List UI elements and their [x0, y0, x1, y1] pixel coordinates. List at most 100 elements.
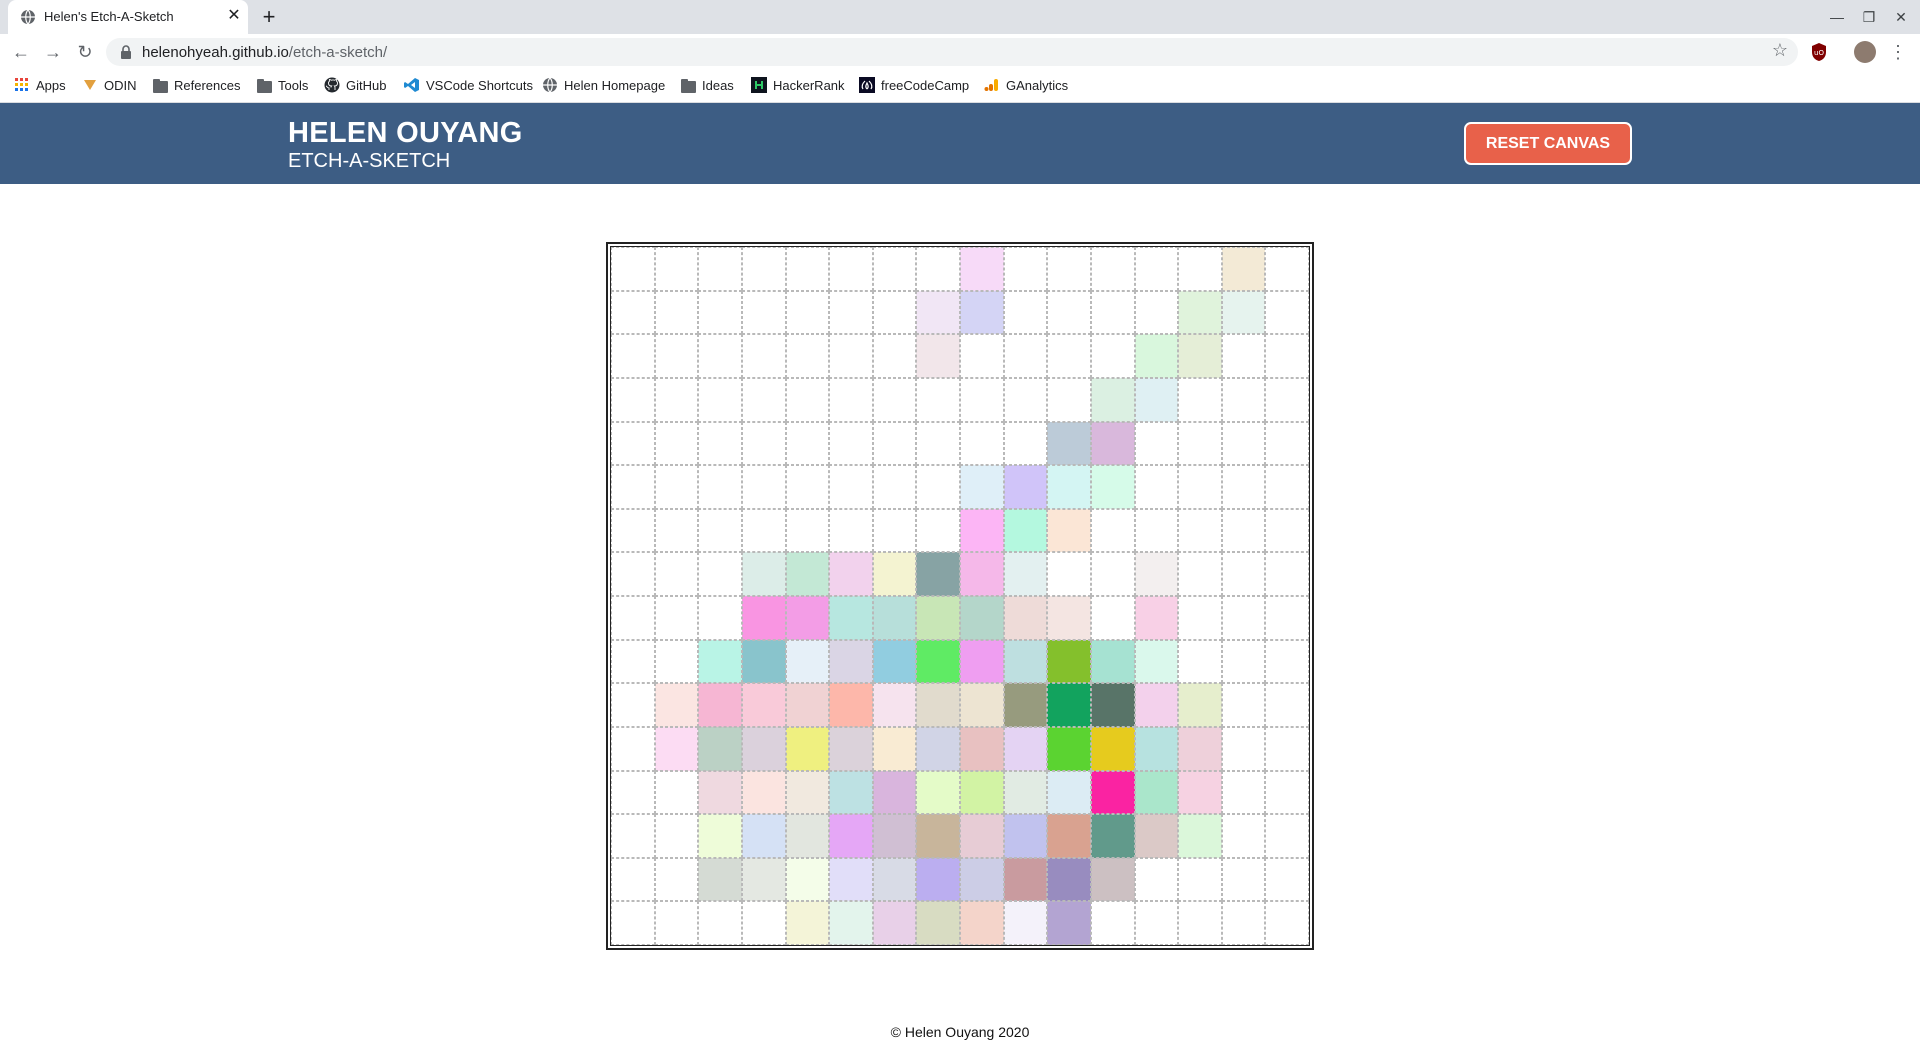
grid-cell[interactable] — [1047, 857, 1091, 902]
grid-cell[interactable] — [1134, 290, 1179, 335]
grid-cell[interactable] — [1221, 334, 1266, 378]
grid-cell[interactable] — [1221, 552, 1266, 596]
grid-cell[interactable] — [741, 247, 786, 291]
grid-cell[interactable] — [1265, 639, 1309, 684]
grid-cell[interactable] — [1090, 552, 1135, 596]
grid-cell[interactable] — [611, 247, 655, 291]
grid-cell[interactable] — [829, 508, 873, 553]
grid-cell[interactable] — [698, 683, 742, 727]
bookmark-references[interactable]: References — [153, 76, 240, 96]
grid-cell[interactable] — [698, 770, 742, 815]
grid-cell[interactable] — [1134, 377, 1179, 422]
grid-cell[interactable] — [1221, 683, 1266, 727]
grid-cell[interactable] — [654, 377, 699, 422]
bookmark-helen-homepage[interactable]: Helen Homepage — [542, 76, 665, 96]
grid-cell[interactable] — [1178, 552, 1222, 596]
grid-cell[interactable] — [1090, 247, 1135, 291]
grid-cell[interactable] — [698, 508, 742, 553]
grid-cell[interactable] — [741, 726, 786, 771]
grid-cell[interactable] — [960, 334, 1004, 378]
grid-cell[interactable] — [1265, 247, 1309, 291]
grid-cell[interactable] — [1265, 726, 1309, 771]
grid-cell[interactable] — [829, 639, 873, 684]
grid-cell[interactable] — [1090, 683, 1135, 727]
grid-cell[interactable] — [872, 465, 917, 509]
grid-cell[interactable] — [1178, 814, 1222, 858]
grid-cell[interactable] — [1047, 901, 1091, 945]
grid-cell[interactable] — [916, 683, 960, 727]
bookmark-ganalytics[interactable]: GAnalytics — [984, 76, 1068, 96]
grid-cell[interactable] — [785, 377, 830, 422]
grid-cell[interactable] — [1047, 465, 1091, 509]
grid-cell[interactable] — [1221, 639, 1266, 684]
grid-cell[interactable] — [872, 596, 917, 640]
grid-cell[interactable] — [1221, 508, 1266, 553]
grid-cell[interactable] — [916, 770, 960, 815]
grid-cell[interactable] — [916, 596, 960, 640]
grid-cell[interactable] — [611, 770, 655, 815]
grid-cell[interactable] — [741, 639, 786, 684]
grid-cell[interactable] — [872, 901, 917, 945]
restore-icon[interactable]: ❐ — [1854, 4, 1884, 30]
grid-cell[interactable] — [872, 552, 917, 596]
grid-cell[interactable] — [741, 901, 786, 945]
grid-cell[interactable] — [1003, 639, 1048, 684]
grid-cell[interactable] — [1221, 465, 1266, 509]
grid-cell[interactable] — [1090, 770, 1135, 815]
grid-cell[interactable] — [1047, 726, 1091, 771]
grid-cell[interactable] — [785, 552, 830, 596]
grid-cell[interactable] — [1178, 334, 1222, 378]
grid-cell[interactable] — [1221, 770, 1266, 815]
grid-cell[interactable] — [698, 377, 742, 422]
grid-cell[interactable] — [916, 290, 960, 335]
grid-cell[interactable] — [872, 334, 917, 378]
grid-cell[interactable] — [1265, 770, 1309, 815]
bookmark-hackerrank[interactable]: HackerRank — [751, 76, 845, 96]
grid-cell[interactable] — [654, 290, 699, 335]
grid-cell[interactable] — [1265, 683, 1309, 727]
grid-cell[interactable] — [611, 421, 655, 466]
browser-tab[interactable]: Helen's Etch-A-Sketch ✕ — [8, 0, 248, 34]
grid-cell[interactable] — [872, 290, 917, 335]
grid-cell[interactable] — [1134, 465, 1179, 509]
grid-cell[interactable] — [1003, 247, 1048, 291]
grid-cell[interactable] — [1178, 421, 1222, 466]
grid-cell[interactable] — [1047, 508, 1091, 553]
grid-cell[interactable] — [698, 290, 742, 335]
grid-cell[interactable] — [1090, 508, 1135, 553]
grid-cell[interactable] — [872, 639, 917, 684]
grid-cell[interactable] — [1265, 552, 1309, 596]
grid-cell[interactable] — [829, 596, 873, 640]
bookmark-star-icon[interactable]: ☆ — [1772, 40, 1788, 61]
grid-cell[interactable] — [916, 639, 960, 684]
grid-cell[interactable] — [698, 552, 742, 596]
grid-cell[interactable] — [611, 901, 655, 945]
grid-cell[interactable] — [1134, 814, 1179, 858]
grid-cell[interactable] — [1134, 770, 1179, 815]
grid-cell[interactable] — [611, 552, 655, 596]
grid-cell[interactable] — [785, 683, 830, 727]
grid-cell[interactable] — [960, 596, 1004, 640]
reset-canvas-button[interactable]: RESET CANVAS — [1464, 122, 1632, 165]
grid-cell[interactable] — [785, 814, 830, 858]
grid-cell[interactable] — [741, 465, 786, 509]
grid-cell[interactable] — [1003, 857, 1048, 902]
grid-cell[interactable] — [1178, 770, 1222, 815]
grid-cell[interactable] — [1047, 814, 1091, 858]
grid-cell[interactable] — [654, 639, 699, 684]
grid-cell[interactable] — [829, 814, 873, 858]
bookmark-tools[interactable]: Tools — [257, 76, 308, 96]
grid-cell[interactable] — [654, 814, 699, 858]
grid-cell[interactable] — [1003, 596, 1048, 640]
grid-cell[interactable] — [698, 421, 742, 466]
grid-cell[interactable] — [960, 508, 1004, 553]
grid-cell[interactable] — [1265, 421, 1309, 466]
minimize-icon[interactable]: — — [1822, 4, 1852, 30]
grid-cell[interactable] — [698, 247, 742, 291]
grid-cell[interactable] — [1265, 465, 1309, 509]
grid-cell[interactable] — [1047, 683, 1091, 727]
grid-cell[interactable] — [1265, 857, 1309, 902]
grid-cell[interactable] — [872, 683, 917, 727]
grid-cell[interactable] — [1178, 247, 1222, 291]
grid-cell[interactable] — [785, 770, 830, 815]
